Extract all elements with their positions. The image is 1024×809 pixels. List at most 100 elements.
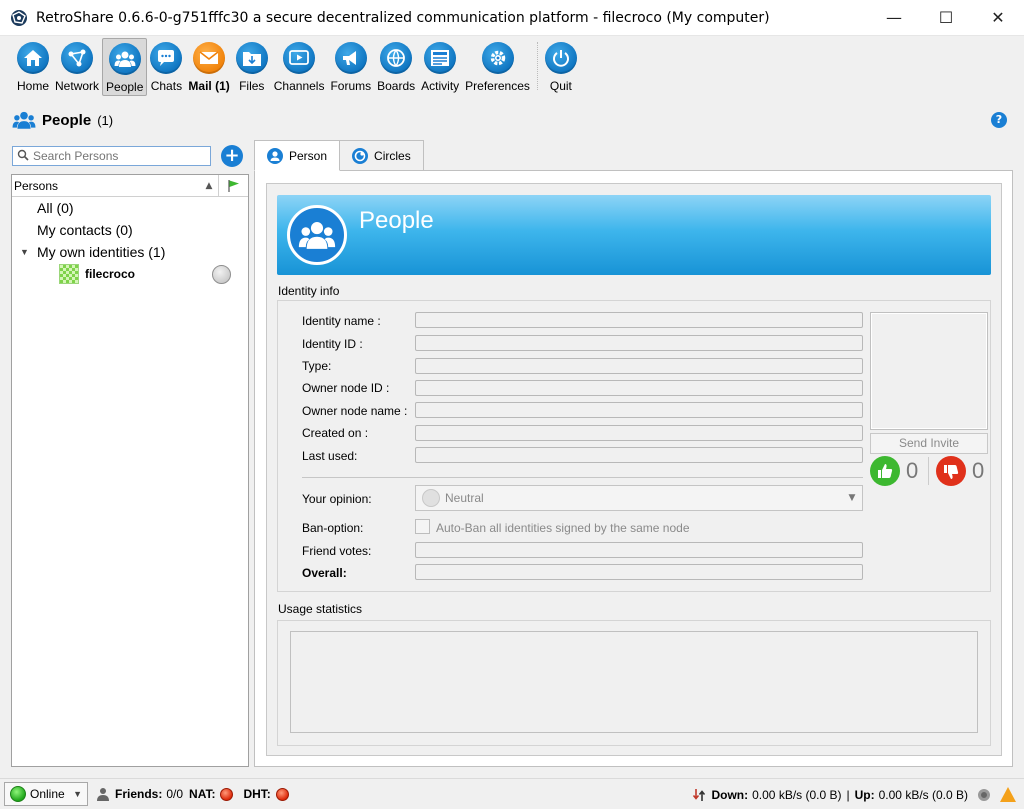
votes-down-count: 0 [972, 458, 985, 483]
toolbar-quit[interactable]: Quit [542, 38, 580, 96]
neutral-opinion-icon [422, 489, 440, 507]
circles-icon [352, 147, 369, 164]
toolbar-boards[interactable]: Boards [374, 38, 418, 96]
status-bar: Online ▼ Friends: 0/0 NAT: DHT: Down: 0.… [0, 778, 1024, 809]
toolbar-forums[interactable]: Forums [327, 38, 374, 96]
tab-bar: Person Circles [254, 140, 424, 171]
friend-votes-field[interactable] [415, 542, 863, 558]
tab-circles[interactable]: Circles [339, 140, 424, 171]
toolbar-channels[interactable]: Channels [271, 38, 328, 96]
toolbar-quit-label: Quit [549, 79, 572, 93]
search-input[interactable] [33, 149, 210, 163]
created-on-field[interactable] [415, 425, 863, 441]
status-indicator-icon [212, 265, 231, 284]
help-icon[interactable]: ? [991, 112, 1007, 128]
online-status-select[interactable]: Online ▼ [4, 782, 88, 806]
identity-info-label: Identity info [278, 284, 340, 298]
tree-item-own-identities[interactable]: ▼ My own identities (1) [12, 241, 248, 263]
warning-icon[interactable] [1000, 787, 1016, 802]
toolbar-home[interactable]: Home [14, 38, 52, 96]
toolbar-forums-label: Forums [330, 79, 372, 93]
person-details-frame: People Identity info Identity name : Ide… [266, 183, 1002, 756]
last-used-field[interactable] [415, 447, 863, 463]
identity-id-label: Identity ID : [302, 337, 363, 351]
flag-column-header[interactable] [218, 175, 248, 196]
page-title: People [42, 111, 92, 129]
tree-item-label: My own identities (1) [37, 244, 166, 260]
owner-node-name-field[interactable] [415, 402, 863, 418]
owner-node-name-label: Owner node name : [302, 404, 408, 418]
tab-circles-label: Circles [374, 148, 411, 163]
tree-header: Persons ▲ [12, 175, 248, 197]
nat-status-icon [220, 787, 234, 801]
send-invite-button[interactable]: Send Invite [870, 433, 988, 454]
tree-item-all[interactable]: All (0) [12, 197, 248, 219]
toolbar-separator [536, 42, 538, 90]
sound-icon[interactable] [978, 788, 990, 801]
friends-icon [97, 788, 109, 801]
toolbar-files[interactable]: Files [233, 38, 271, 96]
chevron-down-icon: ▼ [73, 789, 82, 799]
minimize-button[interactable]: — [868, 0, 920, 36]
retroshare-logo-icon [11, 9, 27, 26]
last-used-label: Last used: [302, 449, 358, 463]
usage-statistics-view[interactable] [290, 631, 978, 733]
owner-node-id-field[interactable] [415, 380, 863, 396]
identity-name-field[interactable] [415, 312, 863, 328]
tree-item-contacts[interactable]: My contacts (0) [12, 219, 248, 241]
window-title: RetroShare 0.6.6-0-g751fffc30 a secure d… [36, 9, 770, 26]
main-toolbar: Home Network People Chats Mail (1) Files [0, 36, 1024, 98]
thumbs-up-icon[interactable] [870, 456, 900, 486]
tree-item-label: My contacts (0) [37, 222, 133, 238]
chevron-down-icon: ▼ [848, 493, 856, 503]
persons-tree[interactable]: Persons ▲ All (0) My contacts (0) ▼ My o… [11, 174, 249, 767]
toolbar-network[interactable]: Network [52, 38, 102, 96]
identity-info-group: Identity name : Identity ID : Type: Owne… [277, 300, 991, 592]
search-box [12, 146, 211, 166]
toolbar-activity-label: Activity [421, 79, 460, 93]
persons-panel: + Persons ▲ All (0) My contacts (0) ▼ My… [8, 141, 249, 767]
online-status-label: Online [30, 787, 65, 801]
avatar-picture [870, 312, 988, 430]
channels-icon [283, 42, 316, 74]
toolbar-mail[interactable]: Mail (1) [185, 38, 232, 96]
created-on-label: Created on : [302, 426, 369, 440]
toolbar-activity[interactable]: Activity [418, 38, 462, 96]
toolbar-files-label: Files [239, 79, 265, 93]
toolbar-chats[interactable]: Chats [147, 38, 185, 96]
files-icon [235, 42, 268, 74]
search-icon[interactable] [13, 149, 33, 164]
tree-item-identity[interactable]: filecroco [12, 263, 248, 285]
auto-ban-label: Auto-Ban all identities signed by the sa… [436, 521, 690, 535]
tab-person[interactable]: Person [254, 140, 341, 171]
identity-name: filecroco [85, 267, 136, 281]
toolbar-people[interactable]: People [102, 38, 148, 96]
identity-id-field[interactable] [415, 335, 863, 351]
type-field[interactable] [415, 358, 863, 374]
flag-icon [227, 179, 239, 192]
bandwidth-status: Down: 0.00 kB/s (0.0 B) | Up: 0.00 kB/s … [693, 779, 1016, 809]
page-header: People (1) [12, 110, 113, 130]
section-divider [302, 477, 863, 478]
add-identity-button[interactable]: + [221, 145, 243, 167]
expand-caret-icon[interactable]: ▼ [12, 247, 37, 257]
maximize-button[interactable]: ☐ [920, 0, 972, 36]
people-banner: People [277, 195, 991, 275]
persons-column-header[interactable]: Persons [12, 179, 200, 193]
identity-name-label: Identity name : [302, 314, 381, 328]
toolbar-preferences[interactable]: Preferences [462, 38, 533, 96]
sort-ascending-icon: ▲ [205, 180, 213, 191]
auto-ban-checkbox[interactable] [415, 519, 430, 534]
up-value: 0.00 kB/s (0.0 B) [878, 787, 968, 802]
overall-field[interactable] [415, 564, 863, 580]
overall-label: Overall: [302, 566, 347, 580]
up-label: Up: [854, 787, 875, 802]
toolbar-network-label: Network [55, 79, 100, 93]
opinion-select[interactable]: Neutral ▼ [415, 485, 863, 511]
toolbar-people-label: People [106, 80, 144, 94]
votes-up-count: 0 [906, 458, 919, 483]
thumbs-down-icon[interactable] [936, 456, 966, 486]
close-button[interactable]: ✕ [972, 0, 1024, 36]
banner-title: People [359, 207, 434, 234]
chat-icon [150, 42, 183, 74]
